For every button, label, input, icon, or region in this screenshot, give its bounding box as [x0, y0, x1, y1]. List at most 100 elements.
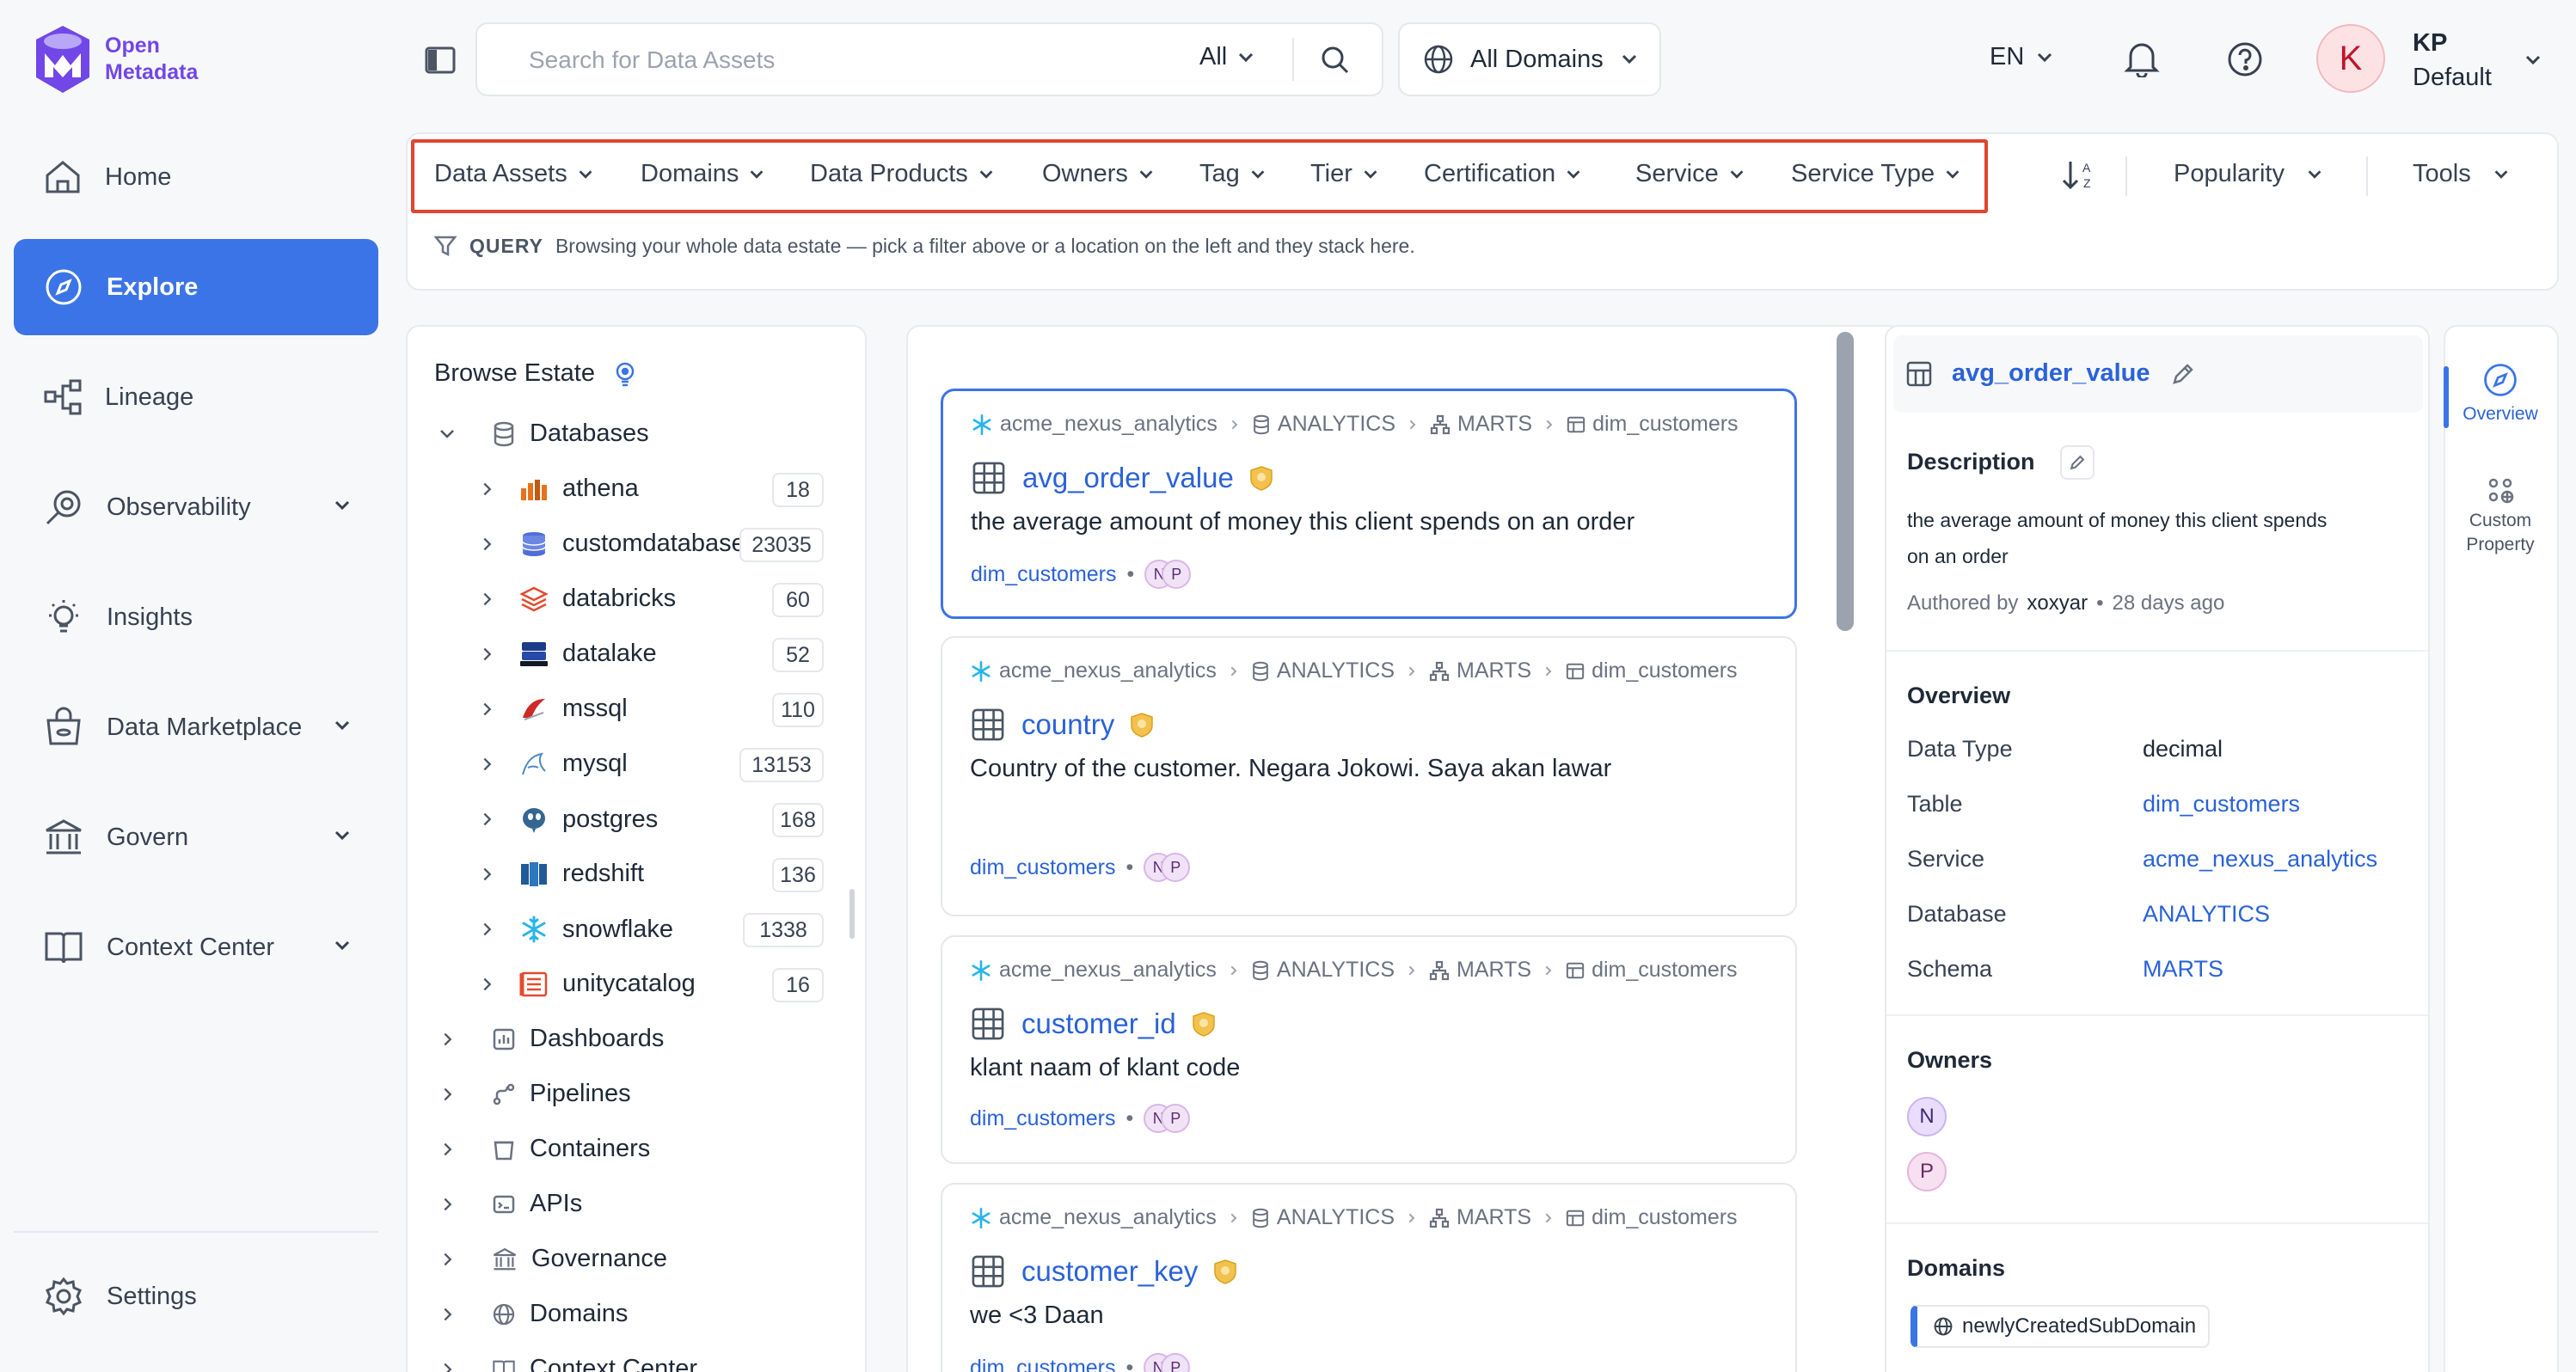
breadcrumb-item[interactable]: dim_customers [1566, 1205, 1738, 1230]
overview-value-link[interactable]: MARTS [2143, 956, 2223, 983]
owner-avatar[interactable]: N [1907, 1097, 1947, 1136]
overview-value-link[interactable]: ANALYTICS [2143, 901, 2270, 928]
filter-data-products[interactable]: Data Products [810, 160, 996, 188]
sidebar-toggle-icon[interactable] [423, 43, 457, 77]
filter-owners[interactable]: Owners [1042, 160, 1156, 188]
result-name-link[interactable]: customer_key [1021, 1255, 1198, 1288]
filter-tier[interactable]: Tier [1310, 160, 1380, 188]
tree-node-mysql[interactable]: mysql [478, 750, 628, 778]
result-name-link[interactable]: avg_order_value [1022, 462, 1234, 494]
tree-node-dashboards[interactable]: Dashboards [439, 1025, 664, 1053]
result-table-link[interactable]: dim_customers [971, 562, 1117, 587]
domain-selector[interactable]: All Domains [1398, 22, 1661, 96]
result-name-link[interactable]: country [1021, 708, 1114, 741]
breadcrumb-item[interactable]: acme_nexus_analytics [971, 412, 1217, 437]
breadcrumb-item[interactable]: MARTS [1430, 412, 1532, 437]
breadcrumb-item[interactable]: ANALYTICS [1251, 958, 1395, 983]
tree-node-unitycatalog[interactable]: unitycatalog [478, 970, 696, 998]
filter-service[interactable]: Service [1635, 160, 1746, 188]
detail-entity-name[interactable]: avg_order_value [1952, 359, 2150, 388]
tree-node-databases[interactable]: Databases [437, 420, 649, 448]
edit-icon[interactable] [2169, 360, 2197, 388]
nav-data-marketplace[interactable]: Data Marketplace [14, 679, 378, 775]
sort-order-icon[interactable]: AZ [2060, 158, 2096, 193]
browse-scrollbar[interactable] [849, 889, 855, 939]
result-table-link[interactable]: dim_customers [970, 855, 1116, 880]
filter-certification[interactable]: Certification [1424, 160, 1583, 188]
nav-insights[interactable]: Insights [14, 569, 378, 665]
breadcrumb-item[interactable]: dim_customers [1567, 412, 1739, 437]
results-scrollbar[interactable] [1837, 332, 1854, 631]
breadcrumb-item[interactable]: acme_nexus_analytics [970, 958, 1217, 983]
nav-context-center[interactable]: Context Center [14, 899, 378, 995]
filter-data-assets[interactable]: Data Assets [434, 160, 595, 188]
owner-avatar[interactable]: P [1907, 1152, 1947, 1191]
domain-chip[interactable]: newlyCreatedSubDomain [1911, 1305, 2211, 1348]
search-icon[interactable] [1318, 43, 1352, 77]
result-table-link[interactable]: dim_customers [970, 1106, 1116, 1131]
nav-home[interactable]: Home [14, 129, 378, 225]
tree-node-redshift[interactable]: redshift [478, 860, 644, 888]
tree-node-postgres[interactable]: postgres [478, 805, 658, 834]
tree-node-apis[interactable]: APIs [439, 1190, 582, 1218]
owner-avatar[interactable]: P [1162, 560, 1192, 589]
result-card[interactable]: acme_nexus_analytics ANALYTICS MARTS dim_cu… [941, 636, 1797, 916]
nav-settings[interactable]: Settings [14, 1248, 378, 1344]
breadcrumb-item[interactable]: MARTS [1429, 1205, 1531, 1230]
owner-avatar[interactable]: P [1161, 853, 1191, 882]
nav-lineage[interactable]: Lineage [14, 349, 378, 445]
filter-service-type[interactable]: Service Type [1791, 160, 1962, 188]
tab-custom-property[interactable]: Custom Property [2452, 473, 2548, 555]
result-card[interactable]: acme_nexus_analytics ANALYTICS MARTS dim_cu… [941, 1183, 1797, 1372]
tree-node-domains[interactable]: Domains [439, 1300, 628, 1328]
breadcrumb-item[interactable]: ANALYTICS [1251, 658, 1395, 683]
breadcrumb-item[interactable]: dim_customers [1566, 958, 1738, 983]
tree-node-mssql[interactable]: mssql [478, 695, 628, 723]
tree-node-datalake[interactable]: datalake [478, 640, 657, 668]
nav-explore[interactable]: Explore [14, 239, 378, 335]
help-icon[interactable] [2227, 41, 2263, 77]
breadcrumb-item[interactable]: dim_customers [1566, 658, 1738, 683]
tree-node-athena[interactable]: athena [478, 475, 639, 503]
result-card[interactable]: acme_nexus_analytics ANALYTICS MARTS dim_cu… [941, 389, 1797, 619]
breadcrumb-item[interactable]: acme_nexus_analytics [970, 1205, 1217, 1230]
result-name-link[interactable]: customer_id [1021, 1008, 1176, 1040]
tree-node-databricks[interactable]: databricks [478, 585, 676, 613]
tree-node-pipelines[interactable]: Pipelines [439, 1080, 631, 1108]
owner-avatar[interactable]: P [1161, 1104, 1191, 1133]
edit-description-button[interactable] [2060, 445, 2095, 480]
overview-value-link[interactable]: acme_nexus_analytics [2143, 846, 2377, 873]
app-logo[interactable]: Open Metadata [33, 24, 198, 95]
tools-dropdown[interactable]: Tools [2413, 160, 2511, 188]
tree-node-customdatabase[interactable]: customdatabase [478, 530, 745, 558]
breadcrumb-item[interactable]: ANALYTICS [1252, 412, 1395, 437]
bell-icon[interactable] [2124, 40, 2160, 77]
nav-observability[interactable]: Observability [14, 459, 378, 555]
sort-popularity-dropdown[interactable]: Popularity [2174, 160, 2324, 188]
breadcrumb-item[interactable]: ANALYTICS [1251, 1205, 1395, 1230]
user-info[interactable]: KP Default [2413, 26, 2492, 95]
breadcrumb-item[interactable]: MARTS [1429, 958, 1531, 983]
owner-avatar[interactable]: P [1161, 1353, 1191, 1372]
tree-node-containers[interactable]: Containers [439, 1135, 650, 1163]
tree-node-governance[interactable]: Governance [439, 1245, 667, 1273]
filter-tag[interactable]: Tag [1199, 160, 1267, 188]
result-card[interactable]: acme_nexus_analytics ANALYTICS MARTS dim_cu… [941, 935, 1797, 1164]
breadcrumb-item[interactable]: MARTS [1429, 658, 1531, 683]
result-table-link[interactable]: dim_customers [970, 1356, 1116, 1372]
language-selector[interactable]: EN [1990, 43, 2055, 71]
bulb-icon[interactable] [612, 360, 638, 388]
chevron-down-icon[interactable] [2523, 50, 2543, 70]
tree-node-context-center[interactable]: Context Center [439, 1355, 697, 1372]
tab-overview[interactable]: Overview [2452, 361, 2548, 425]
breadcrumb-label: dim_customers [1592, 1205, 1738, 1229]
search-input[interactable] [529, 41, 1131, 79]
chevron-right-icon [478, 590, 497, 609]
nav-govern[interactable]: Govern [14, 789, 378, 885]
filter-domains[interactable]: Domains [641, 160, 766, 188]
user-avatar[interactable]: K [2316, 24, 2385, 93]
tree-node-snowflake[interactable]: snowflake [478, 915, 673, 944]
breadcrumb-item[interactable]: acme_nexus_analytics [970, 658, 1217, 683]
search-scope-dropdown[interactable]: All [1199, 43, 1256, 71]
overview-value-link[interactable]: dim_customers [2143, 791, 2300, 818]
